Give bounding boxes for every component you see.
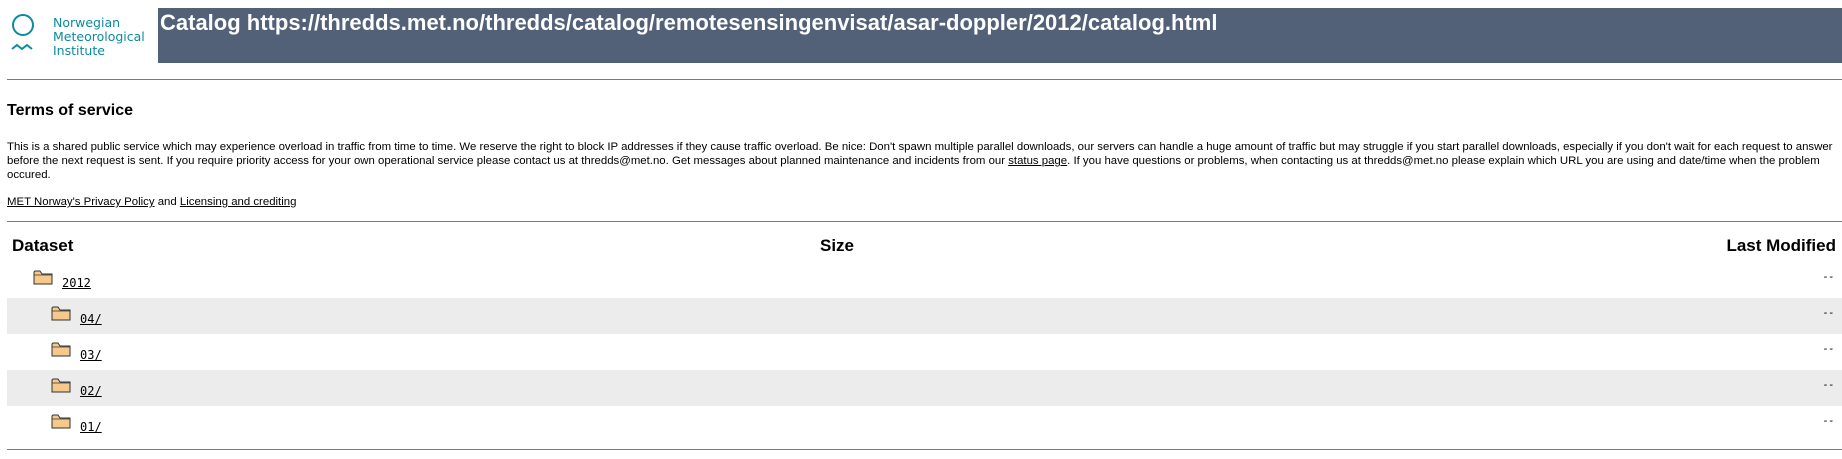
dataset-link[interactable]: 04/ xyxy=(80,312,102,326)
divider xyxy=(7,221,1842,222)
page-header: Norwegian Meteorological Institute Catal… xyxy=(0,0,1842,73)
divider xyxy=(7,79,1842,80)
status-page-link[interactable]: status page xyxy=(1008,155,1067,167)
dataset-link[interactable]: 03/ xyxy=(80,348,102,362)
title-bar: Catalog https://thredds.met.no/thredds/c… xyxy=(158,8,1842,63)
logo-text: Norwegian Meteorological Institute xyxy=(53,16,145,58)
folder-icon xyxy=(51,414,71,429)
logo-line-2: Meteorological xyxy=(53,29,145,44)
last-modified-value: -- xyxy=(1823,415,1835,427)
divider xyxy=(7,449,1842,450)
table-row: 03/ -- xyxy=(7,334,1842,370)
folder-icon xyxy=(51,306,71,321)
dataset-link[interactable]: 2012 xyxy=(62,276,91,290)
privacy-policy-link[interactable]: MET Norway's Privacy Policy xyxy=(7,196,155,208)
folder-icon xyxy=(51,378,71,393)
table-row: 01/ -- xyxy=(7,406,1842,442)
licensing-link[interactable]: Licensing and crediting xyxy=(180,196,297,208)
folder-icon xyxy=(33,270,53,285)
dataset-link[interactable]: 02/ xyxy=(80,384,102,398)
table-row: 04/ -- xyxy=(7,298,1842,334)
met-logo[interactable]: Norwegian Meteorological Institute xyxy=(9,12,159,62)
met-logo-icon xyxy=(11,14,34,51)
last-modified-value: -- xyxy=(1823,379,1835,391)
column-header-last-modified: Last Modified xyxy=(1726,236,1836,255)
logo-line-3: Institute xyxy=(53,43,105,58)
tos-heading: Terms of service xyxy=(7,102,133,119)
last-modified-value: -- xyxy=(1823,307,1835,319)
page-title: Catalog https://thredds.met.no/thredds/c… xyxy=(160,10,1218,35)
table-row: 2012 -- xyxy=(7,262,1842,298)
column-header-size: Size xyxy=(820,236,855,255)
policy-links: MET Norway's Privacy Policy and Licensin… xyxy=(7,195,296,209)
tos-text: This is a shared public service which ma… xyxy=(7,140,1841,182)
column-header-dataset: Dataset xyxy=(12,236,74,255)
table-row: 02/ -- xyxy=(7,370,1842,406)
last-modified-value: -- xyxy=(1823,343,1835,355)
last-modified-value: -- xyxy=(1823,271,1835,283)
folder-icon xyxy=(51,342,71,357)
dataset-link[interactable]: 01/ xyxy=(80,420,102,434)
links-and-text: and xyxy=(157,196,177,208)
logo-line-1: Norwegian xyxy=(53,15,121,30)
